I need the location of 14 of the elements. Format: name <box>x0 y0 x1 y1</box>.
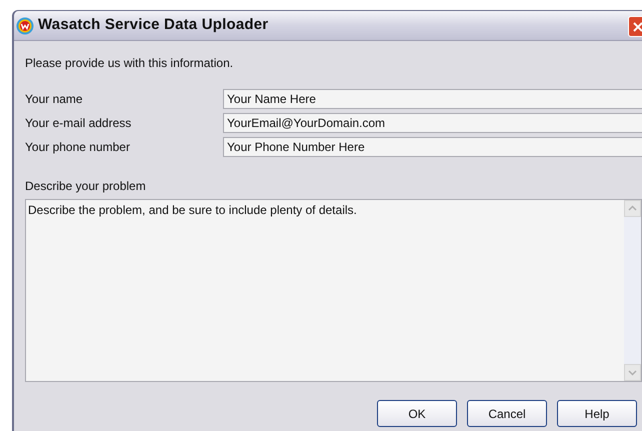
dialog-button[interactable]: OK <box>377 400 457 427</box>
intro-text: Please provide us with this information. <box>25 55 234 70</box>
input-field[interactable]: Your Name Here <box>223 89 642 109</box>
field-label: Your phone number <box>25 139 131 156</box>
field-label: Your name <box>25 91 84 108</box>
problem-label: Describe your problem <box>25 178 147 193</box>
input-field[interactable]: Your Phone Number Here <box>223 137 642 157</box>
dialog-button[interactable]: Cancel <box>467 400 547 427</box>
problem-text: Describe the problem, and be sure to include plenty of details. <box>27 202 358 217</box>
input-field[interactable]: YourEmail@YourDomain.com <box>223 113 642 133</box>
window-title: Wasatch Service Data Uploader <box>38 15 268 36</box>
dialog-button[interactable]: Help <box>557 400 637 427</box>
field-label: Your e-mail address <box>25 115 132 132</box>
problem-text-area[interactable]: Describe the problem, and be sure to include plenty of details. <box>25 199 642 382</box>
